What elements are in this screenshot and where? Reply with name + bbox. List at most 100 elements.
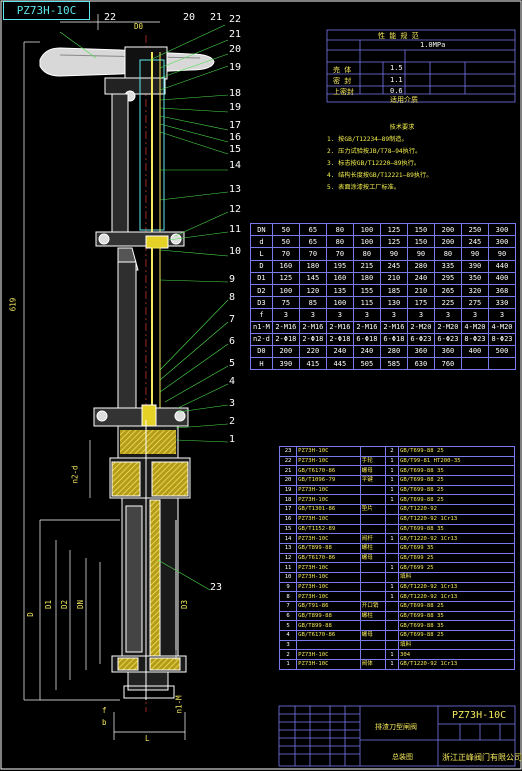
bom-name [359, 523, 386, 535]
bom-code: PZ73H-10C [296, 513, 361, 525]
bom-material: GB/T99-81 HT200-35 [397, 455, 516, 467]
bom-material: GB/T1220-92 1Cr13 [397, 591, 516, 602]
spec-cell: 2-M20 [406, 320, 435, 334]
bom-material: GB/T699 25 [397, 562, 516, 573]
bom-index: 11 [278, 562, 298, 573]
spec-row: DN 50 65 80 100 125 150 200 250 300 [250, 222, 517, 237]
callout-label: 6 [229, 336, 236, 347]
spec-row: D 160 180 195 215 245 280 335 390 440 [250, 259, 517, 273]
perf-pressure: 1.0MPa [420, 41, 446, 49]
spec-row-header: f [250, 308, 273, 322]
bom-index: 22 [278, 455, 298, 467]
spec-cell: 200 [433, 235, 462, 249]
callout-label: 1 [229, 434, 236, 445]
drawing-canvas: PZ73H-10C 22 20 21 22 21 20 19 18 19 17 … [0, 0, 522, 771]
bom-qty: 1 [384, 455, 399, 467]
spec-cell: 210 [406, 283, 435, 298]
title-block-sheet: 总装图 [392, 753, 413, 761]
bom-qty: 2 [384, 446, 399, 457]
spec-cell: 245 [379, 259, 408, 273]
dim-label-l: L [145, 734, 150, 743]
dim-label-619: 619 [8, 297, 18, 312]
spec-cell: 245 [460, 235, 489, 249]
bom-code: PZ73H-10C [296, 581, 361, 593]
bom-index: 7 [278, 601, 298, 612]
spec-cell: 415 [298, 357, 327, 371]
spec-cell: 368 [487, 283, 517, 298]
spec-row: L 70 70 70 80 90 90 80 90 90 [250, 247, 517, 261]
bom-index: 18 [278, 494, 298, 506]
spec-cell: 180 [298, 259, 327, 273]
callout-label: 16 [229, 132, 242, 143]
bom-name: 螺柱 [359, 610, 386, 622]
bom-material: GB/T699-88 25 [397, 494, 516, 506]
callout-label: 17 [229, 120, 242, 131]
bom-row: 12 GB/T6170-86 螺母 GB/T699 25 [278, 552, 516, 564]
tech-req-item: 2. 压力试验按JB/T78—94执行。 [327, 148, 422, 155]
spec-cell: 3 [298, 308, 327, 322]
title-block-name: 排渣刀型闸阀 [375, 723, 417, 731]
spec-cell: 85 [298, 296, 327, 310]
bom-index: 4 [278, 630, 298, 641]
bom-index: 9 [278, 581, 298, 593]
spec-cell: 160 [271, 259, 300, 273]
spec-cell: 2-M16 [271, 320, 300, 334]
bom-row: 23 PZ73H-10C 2 GB/T699-88 25 [278, 446, 516, 457]
bom-code: PZ73H-10C [296, 533, 361, 544]
dim-label-f: f [102, 706, 107, 715]
spec-row-header: n2-d [250, 332, 273, 346]
spec-cell [460, 357, 489, 371]
drawing-code: PZ73H-10C [3, 1, 90, 20]
spec-cell: 90 [406, 247, 435, 261]
spec-row: d 50 65 80 100 125 150 200 245 300 [250, 235, 517, 249]
bom-index: 12 [278, 552, 298, 564]
perf-row-1-val: 1.5 [390, 64, 403, 72]
spec-cell: 80 [325, 235, 354, 249]
spec-cell: 215 [352, 259, 381, 273]
bom-material: GB/T699-88 25 [397, 484, 516, 496]
bom-row: 10 PZ73H-10C 填料 [278, 571, 516, 583]
bom-material: GB/T699-88 35 [397, 465, 516, 477]
spec-cell: 505 [352, 357, 381, 371]
spec-row-header: H [250, 357, 273, 371]
spec-row-header: D2 [250, 283, 273, 298]
spec-cell: 3 [433, 308, 462, 322]
bom-index: 14 [278, 533, 298, 544]
dim-label-n1: n1-M [174, 695, 184, 714]
bom-code: PZ73H-10C [296, 562, 361, 573]
spec-row-header: D0 [250, 344, 273, 359]
spec-row-header: D3 [250, 296, 273, 310]
spec-cell: 3 [406, 308, 435, 322]
spec-cell: 3 [379, 308, 408, 322]
bom-material: GB/T699-88 25 [397, 601, 516, 612]
valve-body-outline [39, 35, 215, 712]
bom-material: GB/T699-88 35 [397, 610, 516, 622]
bom-name [359, 513, 386, 525]
spec-cell: 585 [379, 357, 408, 371]
bom-name [359, 562, 386, 573]
spec-cell: 400 [487, 271, 517, 285]
spec-cell: 90 [487, 247, 517, 261]
callout-label: 14 [229, 160, 242, 171]
bom-qty: 1 [384, 465, 399, 477]
spec-cell: 6-Φ23 [406, 332, 435, 346]
spec-cell: 130 [379, 296, 408, 310]
spec-cell: 6-Φ18 [379, 332, 408, 346]
spec-cell: 220 [298, 344, 327, 359]
bom-qty [384, 620, 399, 632]
spec-cell: 2-M16 [325, 320, 354, 334]
spec-cell: 200 [433, 222, 462, 237]
spec-cell: 6-Φ18 [352, 332, 381, 346]
dim-label-d0: D0 [134, 22, 144, 31]
callout-label: 10 [229, 246, 242, 257]
bom-material: GB/T699-88 25 [397, 446, 516, 457]
spec-cell: 70 [325, 247, 354, 261]
spec-cell: 100 [325, 296, 354, 310]
bom-qty: 1 [384, 494, 399, 506]
spec-cell: 300 [487, 222, 517, 237]
spec-cell: 155 [352, 283, 381, 298]
bom-code: PZ73H-10C [296, 484, 361, 496]
bom-name [359, 649, 386, 661]
bom-qty [384, 552, 399, 564]
spec-cell: 320 [460, 283, 489, 298]
